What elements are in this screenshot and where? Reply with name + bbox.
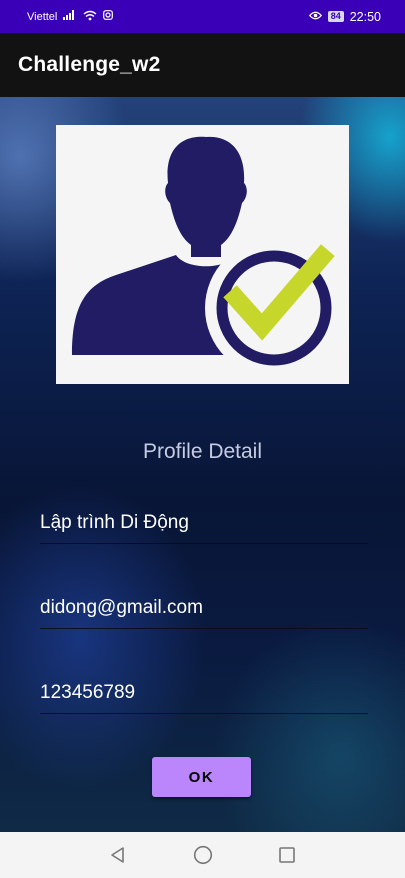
carrier-label: Viettel [27, 10, 58, 23]
instagram-icon [103, 10, 114, 23]
wifi-icon [83, 10, 97, 24]
name-field-value: Lập trình Di Động [40, 512, 189, 533]
app-title: Challenge_w2 [18, 53, 161, 76]
ok-button[interactable]: OK [152, 757, 251, 797]
phone-field[interactable]: 123456789 [40, 676, 368, 714]
signal-icon [63, 10, 77, 23]
app-bar: Challenge_w2 [0, 33, 405, 97]
home-icon[interactable] [193, 845, 213, 865]
back-icon[interactable] [108, 845, 128, 865]
navigation-bar [0, 832, 405, 878]
profile-heading: Profile Detail [142, 440, 263, 463]
profile-screen: Profile Detail Lập trình Di Động didong@… [0, 97, 405, 832]
phone-field-value: 123456789 [40, 682, 136, 703]
status-right: 84 22:50 [308, 9, 381, 24]
status-left: Viettel [27, 10, 114, 24]
battery-indicator: 84 [327, 11, 344, 22]
clock: 22:50 [349, 9, 381, 24]
recents-icon[interactable] [277, 845, 297, 865]
email-field-value: didong@gmail.com [40, 597, 203, 618]
eye-icon [308, 11, 322, 23]
user-verified-icon [56, 125, 349, 384]
email-field[interactable]: didong@gmail.com [40, 591, 368, 629]
name-field[interactable]: Lập trình Di Động [40, 506, 368, 544]
status-bar: Viettel 84 22:50 [0, 0, 405, 33]
